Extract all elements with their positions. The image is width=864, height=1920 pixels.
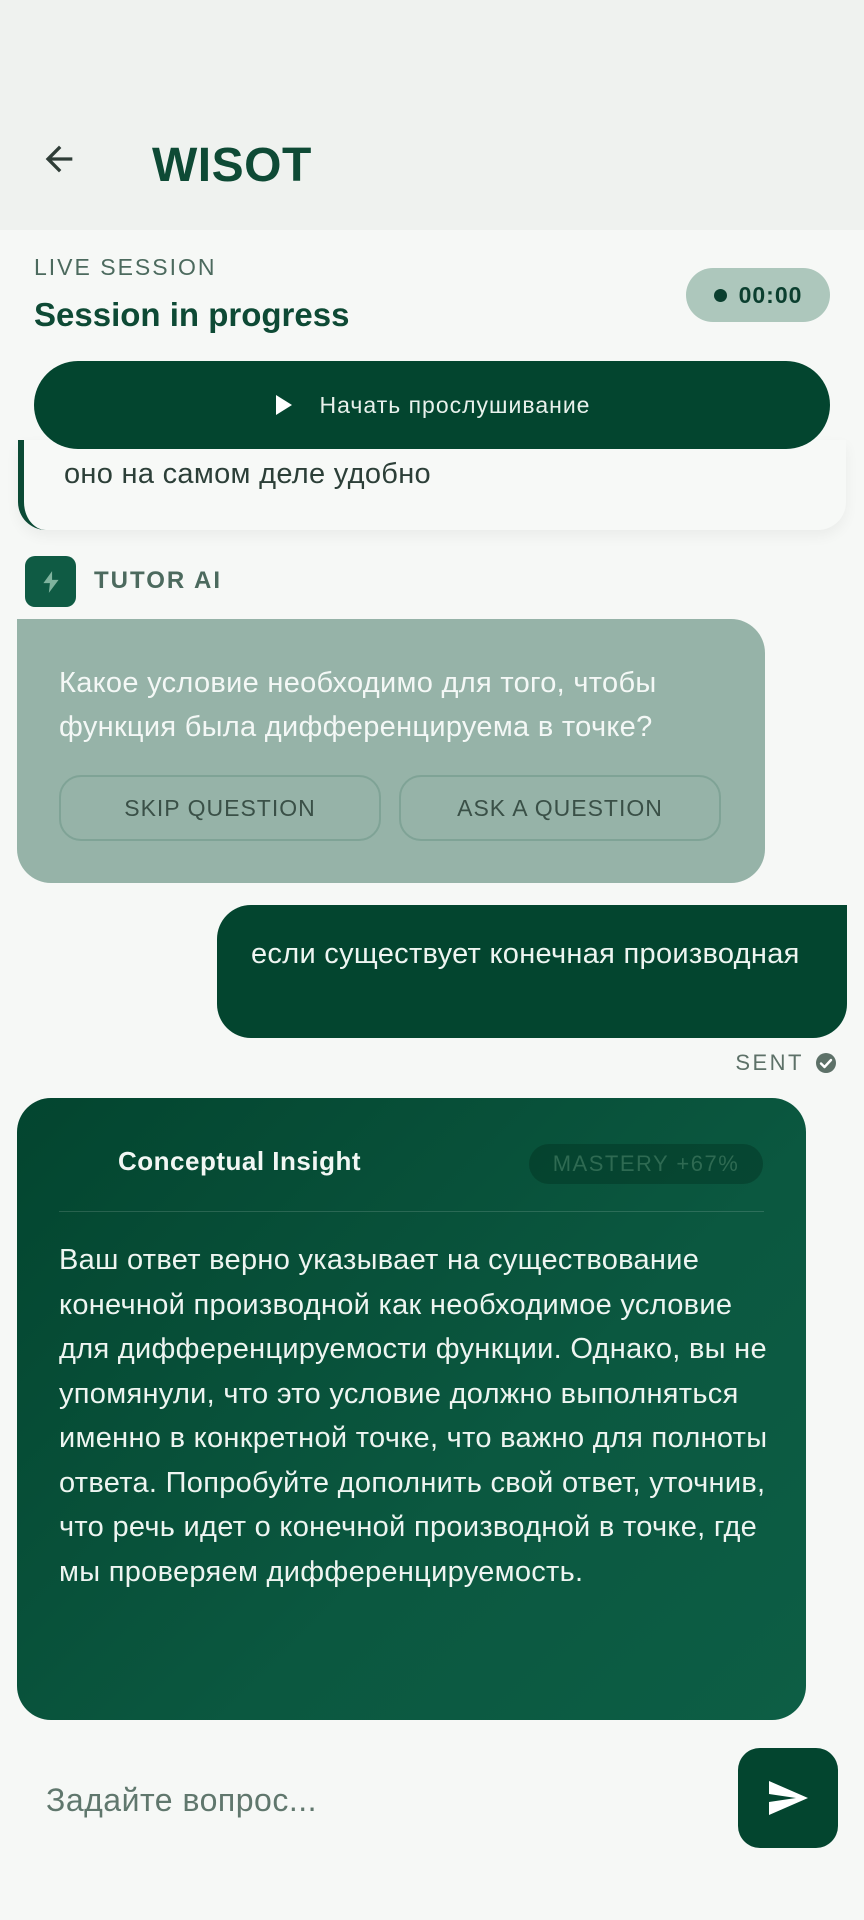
send-button[interactable] bbox=[738, 1748, 838, 1848]
top-app-bar: WISOT bbox=[0, 100, 864, 230]
check-circle-icon bbox=[816, 1053, 836, 1073]
recording-dot-icon bbox=[713, 288, 727, 302]
message-sent-status: SENT bbox=[735, 1050, 838, 1076]
session-status: Session in progress bbox=[34, 296, 350, 333]
user-message-text: если существует конечная производная bbox=[251, 938, 800, 970]
previous-message-text: оно на самом деле удобно bbox=[64, 458, 431, 490]
session-label: LIVE SESSION bbox=[34, 254, 217, 280]
question-input[interactable] bbox=[46, 1765, 686, 1835]
lightning-bolt-icon bbox=[42, 570, 59, 593]
back-button[interactable] bbox=[30, 130, 88, 188]
conceptual-insight-card: Conceptual Insight MASTERY +67% Ваш отве… bbox=[17, 1098, 806, 1720]
sent-label: SENT bbox=[735, 1050, 804, 1075]
skip-question-button[interactable]: SKIP QUESTION bbox=[59, 775, 381, 841]
ask-question-button[interactable]: ASK A QUESTION bbox=[399, 775, 721, 841]
tutor-name: TUTOR AI bbox=[94, 567, 222, 594]
insight-divider bbox=[59, 1211, 764, 1212]
mastery-badge: MASTERY +67% bbox=[529, 1144, 763, 1184]
start-listening-label: Начать прослушивание bbox=[319, 391, 591, 418]
tutor-avatar bbox=[25, 556, 76, 607]
status-bar-area bbox=[0, 0, 864, 100]
send-icon bbox=[769, 1781, 808, 1815]
app-title: WISOT bbox=[152, 139, 312, 192]
tutor-question-card: Какое условие необходимо для того, чтобы… bbox=[17, 619, 765, 883]
insight-body: Ваш ответ верно указывает на существован… bbox=[59, 1244, 768, 1588]
play-icon bbox=[275, 395, 292, 415]
question-text: Какое условие необходимо для того, чтобы… bbox=[59, 667, 657, 743]
start-listening-button[interactable]: Начать прослушивание bbox=[34, 361, 830, 449]
user-message-bubble: если существует конечная производная bbox=[217, 905, 847, 1038]
insight-title: Conceptual Insight bbox=[118, 1146, 361, 1176]
arrow-left-icon bbox=[45, 145, 73, 173]
session-timer: 00:00 bbox=[686, 268, 830, 322]
previous-message-bubble: оно на самом деле удобно bbox=[18, 440, 846, 530]
timer-value: 00:00 bbox=[738, 281, 803, 308]
